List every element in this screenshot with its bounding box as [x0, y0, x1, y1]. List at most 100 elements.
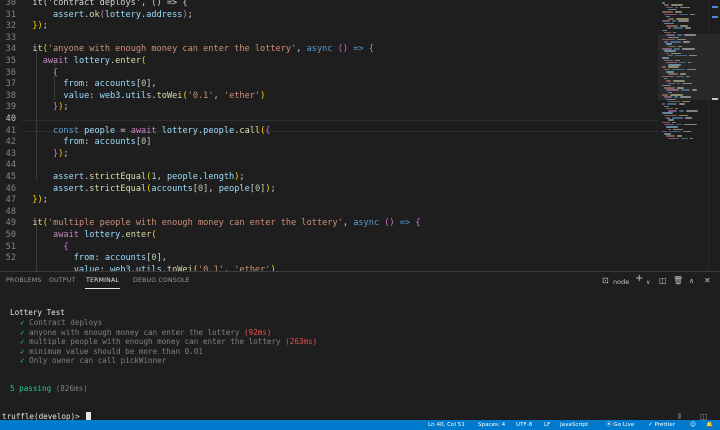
minimap-line [690, 137, 693, 140]
minimap-line [685, 117, 692, 119]
line-ending[interactable]: LF [544, 421, 550, 429]
minimap-line [681, 137, 688, 140]
code-token: () [337, 44, 349, 55]
code-token: assert [53, 9, 85, 20]
tab-problems[interactable]: PROBLEMS [6, 277, 41, 284]
minimap-line [673, 27, 683, 29]
code-token: people [218, 183, 250, 194]
minimap-line [668, 36, 679, 39]
tab-debug-console[interactable]: DEBUG CONSOLE [133, 277, 190, 284]
minimap-line [666, 135, 675, 137]
terminal-output[interactable]: Lottery Test ✓ Contract deploys ✓ anyone … [0, 292, 720, 421]
line-number: 51 [5, 241, 16, 252]
code-token: await [42, 56, 69, 66]
code-token: people [84, 125, 116, 136]
line-number: 50 [5, 230, 16, 240]
overview-ruler[interactable] [708, 0, 720, 271]
code-line: const people = await lottery.people.call… [22, 126, 270, 138]
minimap-line [662, 29, 667, 32]
line-number: 36 [5, 67, 16, 78]
minimap-line [674, 96, 678, 98]
code-token: = [115, 125, 131, 136]
code-token: strictEqual [89, 183, 147, 194]
code-token: utils [125, 90, 152, 101]
minimap-line [679, 13, 688, 16]
code-line: it('multiple people with enough money ca… [22, 218, 420, 230]
shell-selector[interactable]: node [613, 277, 629, 287]
trash-icon[interactable]: 🗑 [673, 276, 683, 286]
notifications-icon[interactable]: 🔔 [706, 421, 713, 429]
code-token: lottery [104, 9, 142, 20]
line-number: 47 [5, 195, 16, 206]
minimap-line [662, 11, 673, 13]
plus-icon[interactable]: + [635, 274, 643, 284]
feedback-icon[interactable]: ☺ [690, 421, 696, 429]
indentation-setting[interactable]: Spaces: 4 [478, 421, 505, 429]
chevron-down-icon[interactable]: ∨ [646, 278, 650, 288]
minimap-line [682, 82, 692, 85]
encoding[interactable]: UTF-8 [516, 421, 532, 429]
code-token: it [32, 218, 43, 229]
line-number-gutter: 30 31 32 33 34 35 36 37 38 39 40 41 42 43 44 45 46 47 48 49… [0, 0, 22, 271]
line-number: 30 [5, 0, 16, 8]
prettier-status[interactable]: ✓ Prettier [648, 421, 675, 429]
code-token: ; [270, 183, 276, 194]
line-number: 43 [5, 148, 16, 159]
minimap-line [684, 123, 697, 126]
split-terminal-icon[interactable]: ◫ [659, 276, 667, 286]
minimap-line [666, 52, 669, 55]
go-live-button[interactable]: ⦿ Go Live [606, 421, 634, 429]
code-token: it [32, 44, 43, 55]
code-line: }); [22, 149, 69, 161]
code-line: it('contract deploys', () => { [22, 0, 187, 10]
minimap-line [664, 50, 676, 52]
code-token: 'multiple people with enough money can e… [47, 218, 343, 229]
minimap-line [677, 34, 682, 36]
minimap-line [666, 89, 679, 91]
minimap-line [669, 130, 681, 133]
minimap-line [671, 52, 681, 55]
cursor-position[interactable]: Ln 40, Col 51 [428, 421, 465, 429]
close-icon[interactable]: ✕ [704, 276, 711, 286]
test-name: Contract deploys [29, 318, 103, 327]
minimap-line [677, 135, 682, 137]
chevron-up-icon[interactable]: ∧ [689, 276, 694, 286]
line-number: 38 [5, 90, 16, 101]
minimap-line [664, 96, 672, 98]
minimap-line [662, 112, 673, 114]
code-token: call [239, 125, 261, 136]
tab-output[interactable]: OUTPUT [49, 277, 75, 284]
minimap-line [673, 80, 685, 82]
test-result-row: ✓ multiple people with enough money can … [20, 337, 317, 346]
code-text-area[interactable]: it('contract deploys', () => { assert.ok… [22, 0, 658, 271]
passing-count: 5 passing [10, 384, 52, 393]
minimap-line [662, 121, 670, 124]
code-token: people [203, 125, 235, 136]
code-line: assert.ok(lottery.address); [22, 10, 193, 22]
check-icon: ✓ [20, 356, 25, 365]
minimap-line [666, 34, 675, 36]
minimap-line [680, 73, 686, 75]
tab-terminal[interactable]: TERMINAL [84, 277, 121, 289]
code-token: value [63, 90, 90, 101]
line-number: 40 [5, 114, 16, 124]
code-token: : [89, 90, 100, 101]
language-mode[interactable]: JavaScript [560, 421, 588, 429]
line-number: 44 [5, 160, 16, 171]
code-token: { [53, 67, 59, 78]
code-token: accounts [94, 137, 136, 148]
code-editor[interactable]: 30 31 32 33 34 35 36 37 38 39 40 41 42 43 44 45 46 47 48 49… [0, 0, 720, 271]
minimap-line [664, 13, 677, 16]
minimap-line [662, 75, 674, 78]
code-token: : [94, 253, 105, 264]
minimap-line [681, 89, 690, 91]
minimap-line [668, 128, 671, 131]
